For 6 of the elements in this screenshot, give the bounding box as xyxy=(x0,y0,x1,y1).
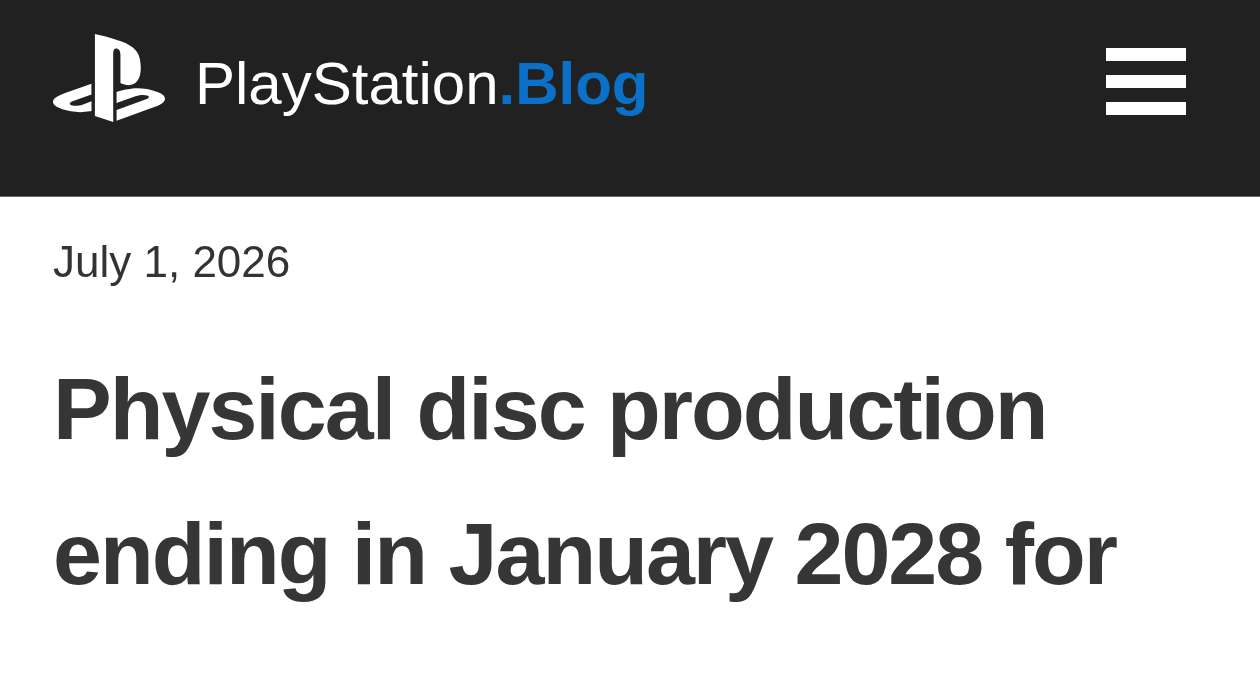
post-date: July 1, 2026 xyxy=(53,236,291,288)
site-title[interactable]: PlayStation.Blog xyxy=(195,49,649,119)
article-headline: Physical disc production ending in January 2028 for xyxy=(53,358,1118,605)
logo-icon[interactable] xyxy=(53,33,165,123)
menu-button[interactable] xyxy=(1106,48,1186,115)
menu-icon xyxy=(1106,48,1186,115)
